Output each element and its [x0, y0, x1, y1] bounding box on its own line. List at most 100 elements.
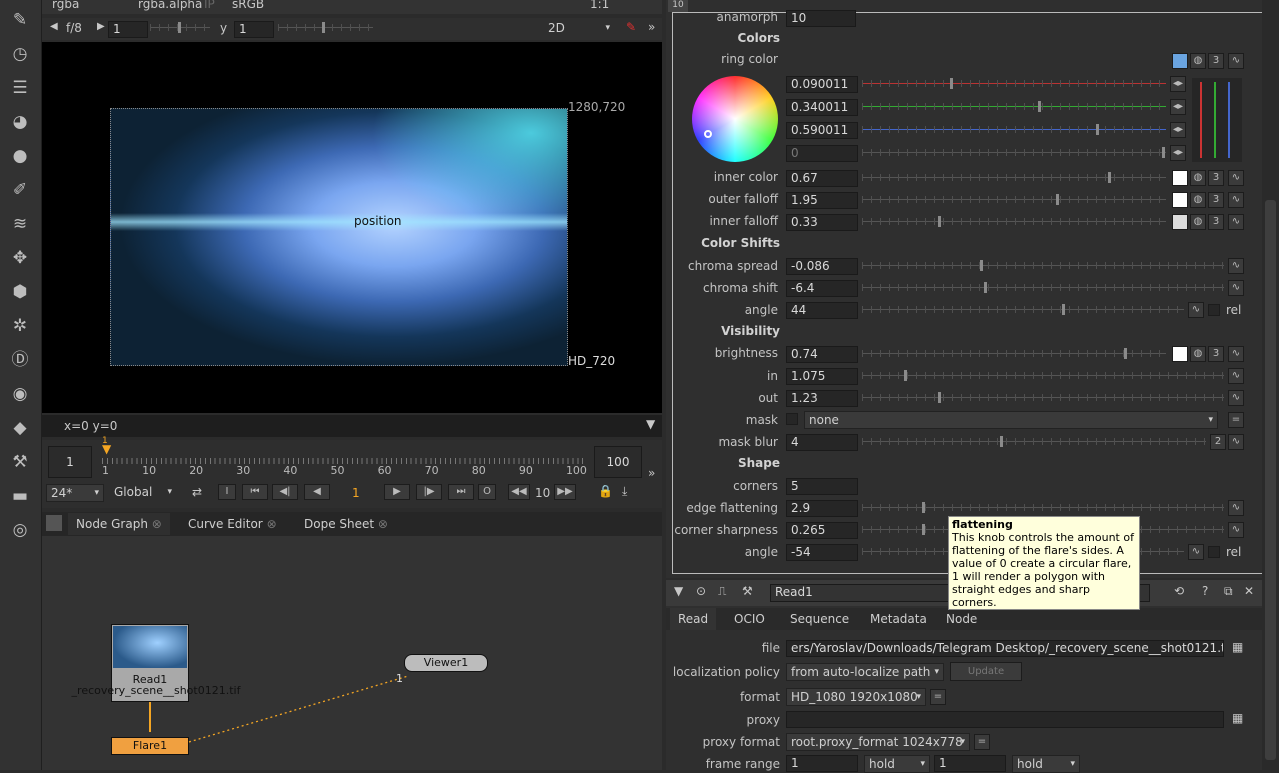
ring-b-slider[interactable] [862, 124, 1166, 136]
inner-falloff-swatch[interactable] [1172, 214, 1188, 230]
inner-color-field[interactable]: 0.67 [786, 170, 858, 187]
ring-color-count[interactable]: 3 [1208, 53, 1224, 69]
shape-angle-anim-icon[interactable]: ∿ [1188, 544, 1204, 560]
ring-color-anim-icon[interactable]: ∿ [1228, 53, 1244, 69]
step-value[interactable]: 10 [535, 486, 550, 500]
brightness-field[interactable]: 0.74 [786, 346, 858, 363]
paint-icon[interactable]: ✎ [626, 20, 636, 34]
color-sliders-mini[interactable] [1192, 78, 1242, 162]
anamorph-field[interactable]: 10 [786, 10, 856, 27]
ring-g-slider[interactable] [862, 101, 1166, 113]
close-icon[interactable]: ✕ [1244, 584, 1254, 598]
out-anim-icon[interactable]: ∿ [1228, 390, 1244, 406]
edge-flattening-anim-icon[interactable]: ∿ [1228, 500, 1244, 516]
ring-a-slider[interactable] [862, 147, 1166, 159]
lock-icon[interactable]: 🔒 [598, 484, 613, 498]
timeline-end[interactable]: 100 [594, 446, 642, 478]
edge-flattening-slider[interactable] [862, 502, 1224, 514]
proxy-format-edit-button[interactable]: = [974, 734, 990, 750]
ip-toggle[interactable]: IP [204, 0, 215, 11]
chroma-spread-anim-icon[interactable]: ∿ [1228, 258, 1244, 274]
tools-icon[interactable]: ⚒ [742, 584, 753, 598]
g-arrows-icon[interactable]: ◂▸ [1170, 99, 1186, 115]
ring-r-slider[interactable] [862, 78, 1166, 90]
outer-falloff-wheel-icon[interactable]: ◍ [1190, 192, 1206, 208]
outer-falloff-anim-icon[interactable]: ∿ [1228, 192, 1244, 208]
colorspace-menu[interactable]: sRGB [232, 0, 264, 11]
out-point-icon[interactable]: O [478, 484, 496, 500]
in-point-icon[interactable]: I [218, 484, 236, 500]
outer-falloff-swatch[interactable] [1172, 192, 1188, 208]
brush-icon[interactable]: ✎ [8, 8, 32, 32]
float-icon[interactable]: ⧉ [1224, 584, 1233, 599]
corner-sharpness-anim-icon[interactable]: ∿ [1228, 522, 1244, 538]
inner-falloff-count[interactable]: 3 [1208, 214, 1224, 230]
frame-start-field[interactable]: 1 [786, 755, 858, 772]
chroma-shift-anim-icon[interactable]: ∿ [1228, 280, 1244, 296]
node-graph[interactable]: Read1 _recovery_scene__shot0121.tif Flar… [42, 536, 662, 770]
transform-icon[interactable]: ✥ [8, 246, 32, 270]
update-button[interactable]: Update [950, 662, 1022, 681]
other-icon[interactable]: ▬ [8, 484, 32, 508]
mask-blur-slider[interactable] [862, 436, 1206, 448]
shape-angle-rel-checkbox[interactable] [1208, 546, 1220, 558]
gamma-field[interactable]: 1 [234, 21, 274, 38]
inner-falloff-slider[interactable] [862, 216, 1166, 228]
tab-dope-sheet[interactable]: Dope Sheet ⊗ [296, 513, 396, 535]
angle-field[interactable]: 44 [786, 302, 858, 319]
gain-field[interactable]: 1 [108, 21, 148, 38]
fps-menu[interactable]: 24* [46, 484, 104, 502]
inner-color-swatch[interactable] [1172, 170, 1188, 186]
outer-falloff-count[interactable]: 3 [1208, 192, 1224, 208]
ring-color-r[interactable]: 0.090011 [786, 76, 858, 93]
frame-end-mode[interactable]: hold [1012, 755, 1080, 773]
collapse-icon[interactable]: ▼ [674, 584, 683, 598]
panel-menu-icon[interactable] [46, 515, 62, 531]
revert-icon[interactable]: ⟲ [1174, 584, 1184, 598]
inner-color-count[interactable]: 3 [1208, 170, 1224, 186]
timeline-ruler[interactable]: ▼ 1 1 10 20 30 40 50 60 70 80 90 100 [102, 436, 587, 477]
brightness-swatch[interactable] [1172, 346, 1188, 362]
views-icon[interactable]: ◉ [8, 382, 32, 406]
furnace-icon[interactable]: ◎ [8, 518, 32, 542]
inner-color-slider[interactable] [862, 172, 1166, 184]
chroma-spread-field[interactable]: -0.086 [786, 258, 858, 275]
zoom-menu[interactable]: 1:1 [590, 0, 609, 11]
inner-falloff-field[interactable]: 0.33 [786, 214, 858, 231]
color-wheel[interactable] [692, 76, 778, 162]
next-key-icon[interactable]: |▶ [416, 484, 442, 500]
ring-color-g[interactable]: 0.340011 [786, 99, 858, 116]
corners-field[interactable]: 5 [786, 478, 858, 495]
a-arrows-icon[interactable]: ◂▸ [1170, 145, 1186, 161]
export-icon[interactable]: ⤓ [622, 484, 627, 499]
channels-menu[interactable]: rgba [52, 0, 79, 11]
chroma-spread-slider[interactable] [862, 260, 1224, 272]
brightness-anim-icon[interactable]: ∿ [1228, 346, 1244, 362]
format-edit-button[interactable]: = [930, 689, 946, 705]
alpha-menu[interactable]: rgba.alpha [138, 0, 202, 11]
scope-menu[interactable]: Global [110, 484, 176, 502]
in-anim-icon[interactable]: ∿ [1228, 368, 1244, 384]
3d-icon[interactable]: ⬢ [8, 280, 32, 304]
loop-icon[interactable]: ⇄ [192, 485, 202, 499]
keyer-icon[interactable]: ✐ [8, 178, 32, 202]
last-frame-icon[interactable]: ⏭ [448, 484, 474, 500]
current-frame[interactable]: 1 [352, 486, 360, 500]
position-handle[interactable]: position [354, 214, 402, 228]
inner-falloff-anim-icon[interactable]: ∿ [1228, 214, 1244, 230]
play-back-icon[interactable]: ◀ [304, 484, 330, 500]
input-icon[interactable]: ⎍ [718, 584, 726, 599]
mask-blur-field[interactable]: 4 [786, 434, 858, 451]
tab-read[interactable]: Read [670, 608, 717, 630]
inner-color-anim-icon[interactable]: ∿ [1228, 170, 1244, 186]
properties-scrollbar[interactable] [1262, 0, 1279, 770]
brightness-count[interactable]: 3 [1208, 346, 1224, 362]
angle-slider[interactable] [862, 304, 1184, 316]
tab-metadata[interactable]: Metadata [862, 608, 935, 630]
proxy-format-menu[interactable]: root.proxy_format 1024x778 [786, 733, 970, 751]
toolsets-icon[interactable]: ⚒ [8, 450, 32, 474]
filter-icon[interactable]: ● [8, 144, 32, 168]
play-icon[interactable]: ▶ [384, 484, 410, 500]
outer-falloff-slider[interactable] [862, 194, 1166, 206]
frame-start-mode[interactable]: hold [864, 755, 930, 773]
